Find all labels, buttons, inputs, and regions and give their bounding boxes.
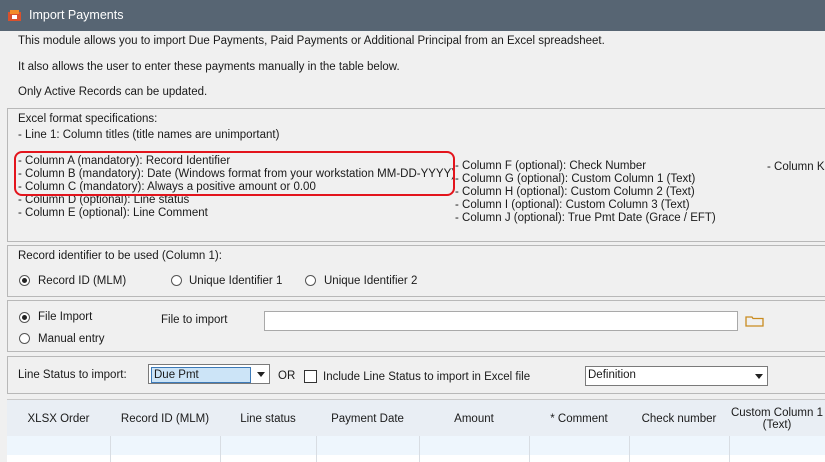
column-header-amount[interactable]: Amount: [419, 400, 529, 437]
line-status-select[interactable]: Due Pmt: [148, 364, 270, 384]
intro-line-2: It also allows the user to enter these p…: [18, 61, 400, 73]
window-title: Import Payments: [29, 8, 124, 22]
column-header-line-status[interactable]: Line status: [220, 400, 316, 437]
grid-divider: [316, 436, 317, 462]
app-icon: [8, 10, 21, 21]
chevron-down-icon: [755, 374, 763, 379]
spec-column-f: - Column F (optional): Check Number: [455, 160, 647, 172]
line-status-select-value: Due Pmt: [151, 367, 251, 383]
radio-file-import[interactable]: [19, 312, 30, 323]
file-path-input[interactable]: [264, 311, 738, 331]
grid-divider: [110, 436, 111, 462]
definition-select[interactable]: Definition: [585, 366, 768, 386]
line-status-label: Line Status to import:: [18, 369, 127, 381]
grid-divider: [529, 436, 530, 462]
radio-unique-identifier-2-label[interactable]: Unique Identifier 2: [324, 275, 417, 287]
radio-manual-entry-label[interactable]: Manual entry: [38, 333, 104, 345]
spec-column-e: - Column E (optional): Line Comment: [18, 207, 208, 219]
column-header-payment-date[interactable]: Payment Date: [316, 400, 419, 437]
spec-column-g: - Column G (optional): Custom Column 1 (…: [455, 173, 696, 185]
column-header-check-number[interactable]: Check number: [629, 400, 729, 437]
radio-unique-identifier-1-label[interactable]: Unique Identifier 1: [189, 275, 282, 287]
radio-unique-identifier-1[interactable]: [171, 275, 182, 286]
radio-unique-identifier-2[interactable]: [305, 275, 316, 286]
mandatory-columns-highlight: [14, 151, 455, 196]
column-header-record-id[interactable]: Record ID (MLM): [110, 400, 220, 437]
include-line-status-label[interactable]: Include Line Status to import in Excel f…: [323, 371, 530, 383]
spec-column-h: - Column H (optional): Custom Column 2 (…: [455, 186, 695, 198]
spec-heading: Excel format specifications:: [18, 113, 158, 125]
record-identifier-label: Record identifier to be used (Column 1):: [18, 250, 222, 262]
title-bar: Import Payments: [0, 0, 825, 31]
table-row[interactable]: [7, 436, 825, 455]
column-header-comment[interactable]: * Comment: [529, 400, 629, 437]
definition-select-value: Definition: [588, 369, 636, 381]
spec-column-k: - Column K: [767, 161, 825, 173]
grid-divider: [729, 436, 730, 462]
grid-header: XLSX Order Record ID (MLM) Line status P…: [7, 399, 825, 436]
radio-record-id[interactable]: [19, 275, 30, 286]
grid-divider: [419, 436, 420, 462]
radio-file-import-label[interactable]: File Import: [38, 311, 92, 323]
chevron-down-icon: [257, 372, 265, 377]
column-header-xlsx-order[interactable]: XLSX Order: [7, 400, 110, 437]
grid-divider: [220, 436, 221, 462]
file-to-import-label: File to import: [161, 314, 228, 326]
radio-record-id-label[interactable]: Record ID (MLM): [38, 275, 126, 287]
spec-line-1: - Line 1: Column titles (title names are…: [18, 129, 280, 141]
spec-column-i: - Column I (optional): Custom Column 3 (…: [455, 199, 690, 211]
intro-line-3: Only Active Records can be updated.: [18, 86, 208, 98]
radio-manual-entry[interactable]: [19, 333, 30, 344]
folder-icon[interactable]: [745, 315, 764, 327]
grid-divider: [629, 436, 630, 462]
include-line-status-checkbox[interactable]: [304, 370, 317, 383]
column-header-custom-column-1[interactable]: Custom Column 1 (Text): [729, 400, 825, 437]
intro-line-1: This module allows you to import Due Pay…: [18, 35, 605, 47]
spec-column-j: - Column J (optional): True Pmt Date (Gr…: [455, 212, 716, 224]
or-label: OR: [278, 370, 296, 382]
table-row[interactable]: [7, 455, 825, 462]
